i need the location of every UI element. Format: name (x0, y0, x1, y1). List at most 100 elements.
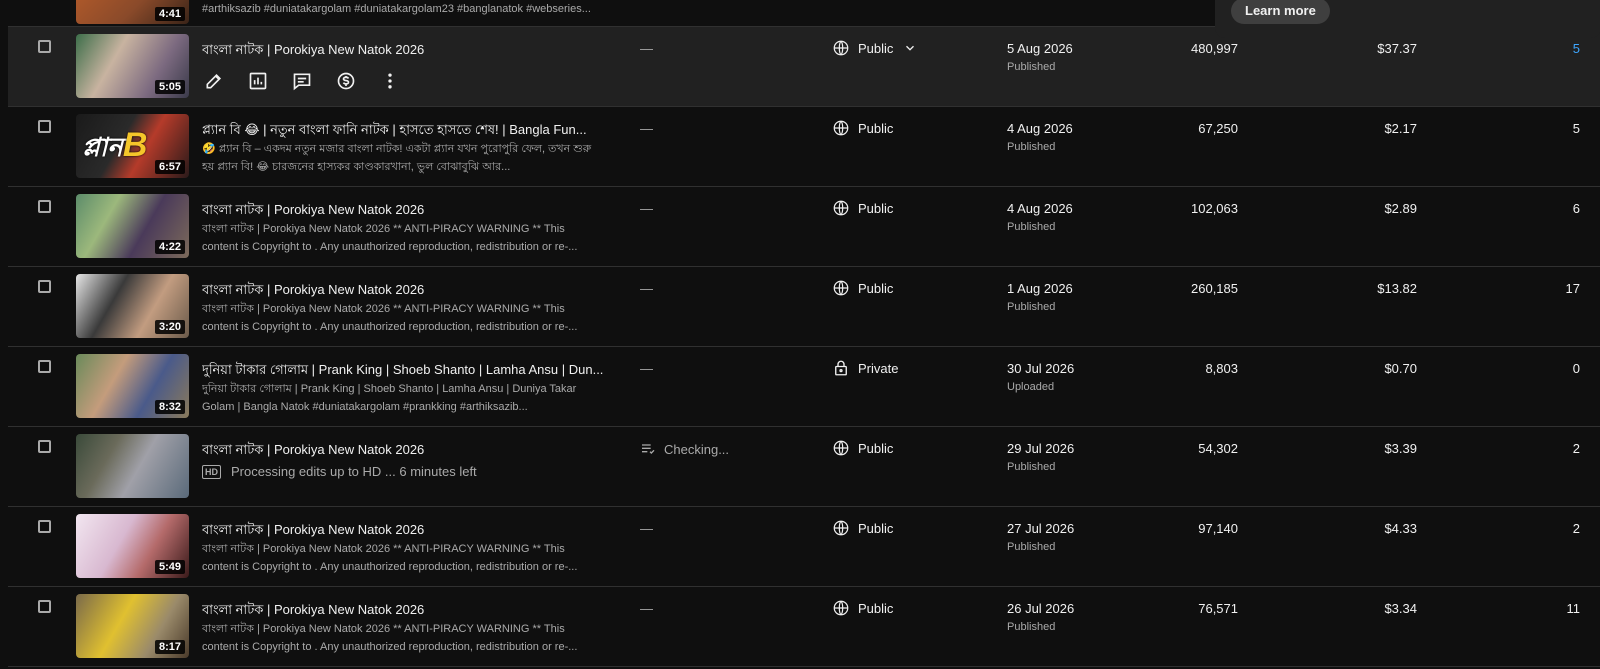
duration-badge: 6:57 (154, 160, 185, 174)
visibility-cell[interactable]: Public (832, 599, 893, 617)
comments-cell[interactable]: 6 (1573, 201, 1580, 216)
views-cell: 76,571 (1198, 601, 1238, 616)
video-thumbnail[interactable]: 5:49 (76, 514, 189, 578)
row-checkbox[interactable] (38, 360, 51, 373)
video-title[interactable]: বাংলা নাটক | Porokiya New Natok 2026 (202, 441, 622, 462)
row-checkbox[interactable] (38, 600, 51, 613)
revenue-cell: $3.39 (1384, 441, 1417, 456)
publish-status: Published (1007, 541, 1056, 553)
video-thumbnail[interactable] (76, 434, 189, 498)
revenue-cell: $2.17 (1384, 121, 1417, 136)
table-row[interactable]: 5:49 বাংলা নাটক | Porokiya New Natok 202… (8, 507, 1600, 587)
date-cell: 5 Aug 2026 (1007, 41, 1073, 56)
video-description: দুনিয়া টাকার গোলাম | Prank King | Shoeb… (202, 383, 577, 413)
monetization-icon[interactable] (336, 69, 380, 93)
revenue-cell: $2.89 (1384, 201, 1417, 216)
date-cell: 27 Jul 2026 (1007, 521, 1075, 536)
learn-more-button[interactable]: Learn more (1231, 0, 1330, 24)
thumbnail-image (76, 434, 189, 498)
visibility-label: Public (858, 600, 894, 616)
video-thumbnail[interactable]: 5:05 (76, 34, 189, 98)
pencil-icon[interactable] (204, 69, 248, 93)
table-row[interactable]: 5:05 বাংলা নাটক | Porokiya New Natok 202… (8, 27, 1600, 107)
visibility-label: Public (858, 280, 894, 296)
restrictions-cell: — (640, 601, 653, 616)
comments-cell[interactable]: 17 (1566, 281, 1580, 296)
duration-badge: 5:49 (154, 560, 185, 574)
visibility-dropdown[interactable]: Public (832, 39, 925, 57)
video-title[interactable]: দুনিয়া টাকার গোলাম | Prank King | Shoeb… (202, 361, 622, 382)
views-cell: 102,063 (1191, 201, 1238, 216)
video-thumbnail[interactable]: 3:20 (76, 274, 189, 338)
visibility-cell[interactable]: Private (832, 359, 898, 377)
comments-icon[interactable] (292, 69, 336, 93)
hd-icon: HD (202, 464, 221, 479)
video-title[interactable]: প্ল্যান বি 😂 | নতুন বাংলা ফানি নাটক | হা… (202, 121, 622, 142)
video-thumbnail[interactable]: 4:22 (76, 194, 189, 258)
visibility-cell[interactable]: Public (832, 119, 893, 137)
video-thumbnail[interactable]: প্লানB 6:57 (76, 114, 189, 178)
duration-badge: 4:22 (154, 240, 185, 254)
duration-badge: 4:41 (154, 7, 185, 21)
views-cell: 8,803 (1205, 361, 1238, 376)
video-title[interactable]: বাংলা নাটক | Porokiya New Natok 2026 (202, 201, 622, 222)
comments-cell[interactable]: 0 (1573, 361, 1580, 376)
revenue-cell: $4.33 (1384, 521, 1417, 536)
date-cell: 4 Aug 2026 (1007, 121, 1073, 136)
restrictions-cell: — (640, 201, 653, 216)
visibility-label: Private (858, 360, 899, 376)
more-options-icon[interactable] (380, 69, 424, 93)
row-checkbox[interactable] (38, 40, 51, 53)
visibility-label: Public (858, 520, 894, 536)
video-title[interactable]: বাংলা নাটক | Porokiya New Natok 2026 (202, 601, 622, 622)
table-row[interactable]: বাংলা নাটক | Porokiya New Natok 2026 HD … (8, 427, 1600, 507)
restrictions-label: Checking... (664, 441, 730, 457)
visibility-cell[interactable]: Public (832, 519, 893, 537)
row-checkbox[interactable] (38, 200, 51, 213)
globe-icon (833, 280, 849, 296)
visibility-cell[interactable]: Public (832, 439, 893, 457)
globe-icon (833, 200, 849, 216)
video-thumbnail[interactable]: 8:32 (76, 354, 189, 418)
video-description: #arthiksazib #duniatakargolam #duniataka… (202, 3, 591, 15)
video-title[interactable]: বাংলা নাটক | Porokiya New Natok 2026 (202, 281, 622, 302)
analytics-icon[interactable] (248, 69, 292, 93)
video-thumbnail[interactable]: 8:17 (76, 594, 189, 658)
row-checkbox[interactable] (38, 120, 51, 133)
table-row[interactable]: প্লানB 6:57 প্ল্যান বি 😂 | নতুন বাংলা ফা… (8, 107, 1600, 187)
row-checkbox[interactable] (38, 520, 51, 533)
comments-cell[interactable]: 2 (1573, 521, 1580, 536)
table-row[interactable]: 8:17 বাংলা নাটক | Porokiya New Natok 202… (8, 587, 1600, 667)
restrictions-cell: — (640, 281, 653, 296)
views-cell: 480,997 (1191, 41, 1238, 56)
video-description: বাংলা নাটক | Porokiya New Natok 2026 ** … (202, 303, 578, 333)
views-cell: 260,185 (1191, 281, 1238, 296)
visibility-cell[interactable]: Public (832, 199, 893, 217)
comments-cell[interactable]: 5 (1573, 121, 1580, 136)
globe-icon (833, 120, 849, 136)
thumbnail-text: প্লানB (82, 126, 148, 164)
comments-cell[interactable]: 11 (1567, 601, 1581, 616)
date-cell: 1 Aug 2026 (1007, 281, 1073, 296)
table-row[interactable]: 4:22 বাংলা নাটক | Porokiya New Natok 202… (8, 187, 1600, 267)
video-title[interactable]: বাংলা নাটক | Porokiya New Natok 2026 (202, 41, 622, 62)
row-checkbox[interactable] (38, 280, 51, 293)
processing-text: Processing edits up to HD ... 6 minutes … (231, 464, 477, 479)
restrictions-cell: — (640, 121, 653, 136)
row-checkbox[interactable] (38, 440, 51, 453)
visibility-cell[interactable]: Public (832, 279, 893, 297)
comments-cell[interactable]: 5 (1573, 41, 1580, 56)
video-title[interactable]: বাংলা নাটক | Porokiya New Natok 2026 (202, 521, 622, 542)
duration-badge: 3:20 (154, 320, 185, 334)
publish-status: Published (1007, 301, 1056, 313)
table-row[interactable]: 3:20 বাংলা নাটক | Porokiya New Natok 202… (8, 267, 1600, 347)
table-row[interactable]: 8:32 দুনিয়া টাকার গোলাম | Prank King | … (8, 347, 1600, 427)
video-description: বাংলা নাটক | Porokiya New Natok 2026 ** … (202, 543, 578, 573)
revenue-cell: $13.82 (1377, 281, 1417, 296)
comments-cell[interactable]: 2 (1573, 441, 1580, 456)
video-thumbnail[interactable]: 4:41 (76, 0, 189, 24)
globe-icon (833, 440, 849, 456)
views-cell: 67,250 (1198, 121, 1238, 136)
visibility-label: Public (858, 40, 894, 56)
publish-status: Published (1007, 61, 1056, 73)
